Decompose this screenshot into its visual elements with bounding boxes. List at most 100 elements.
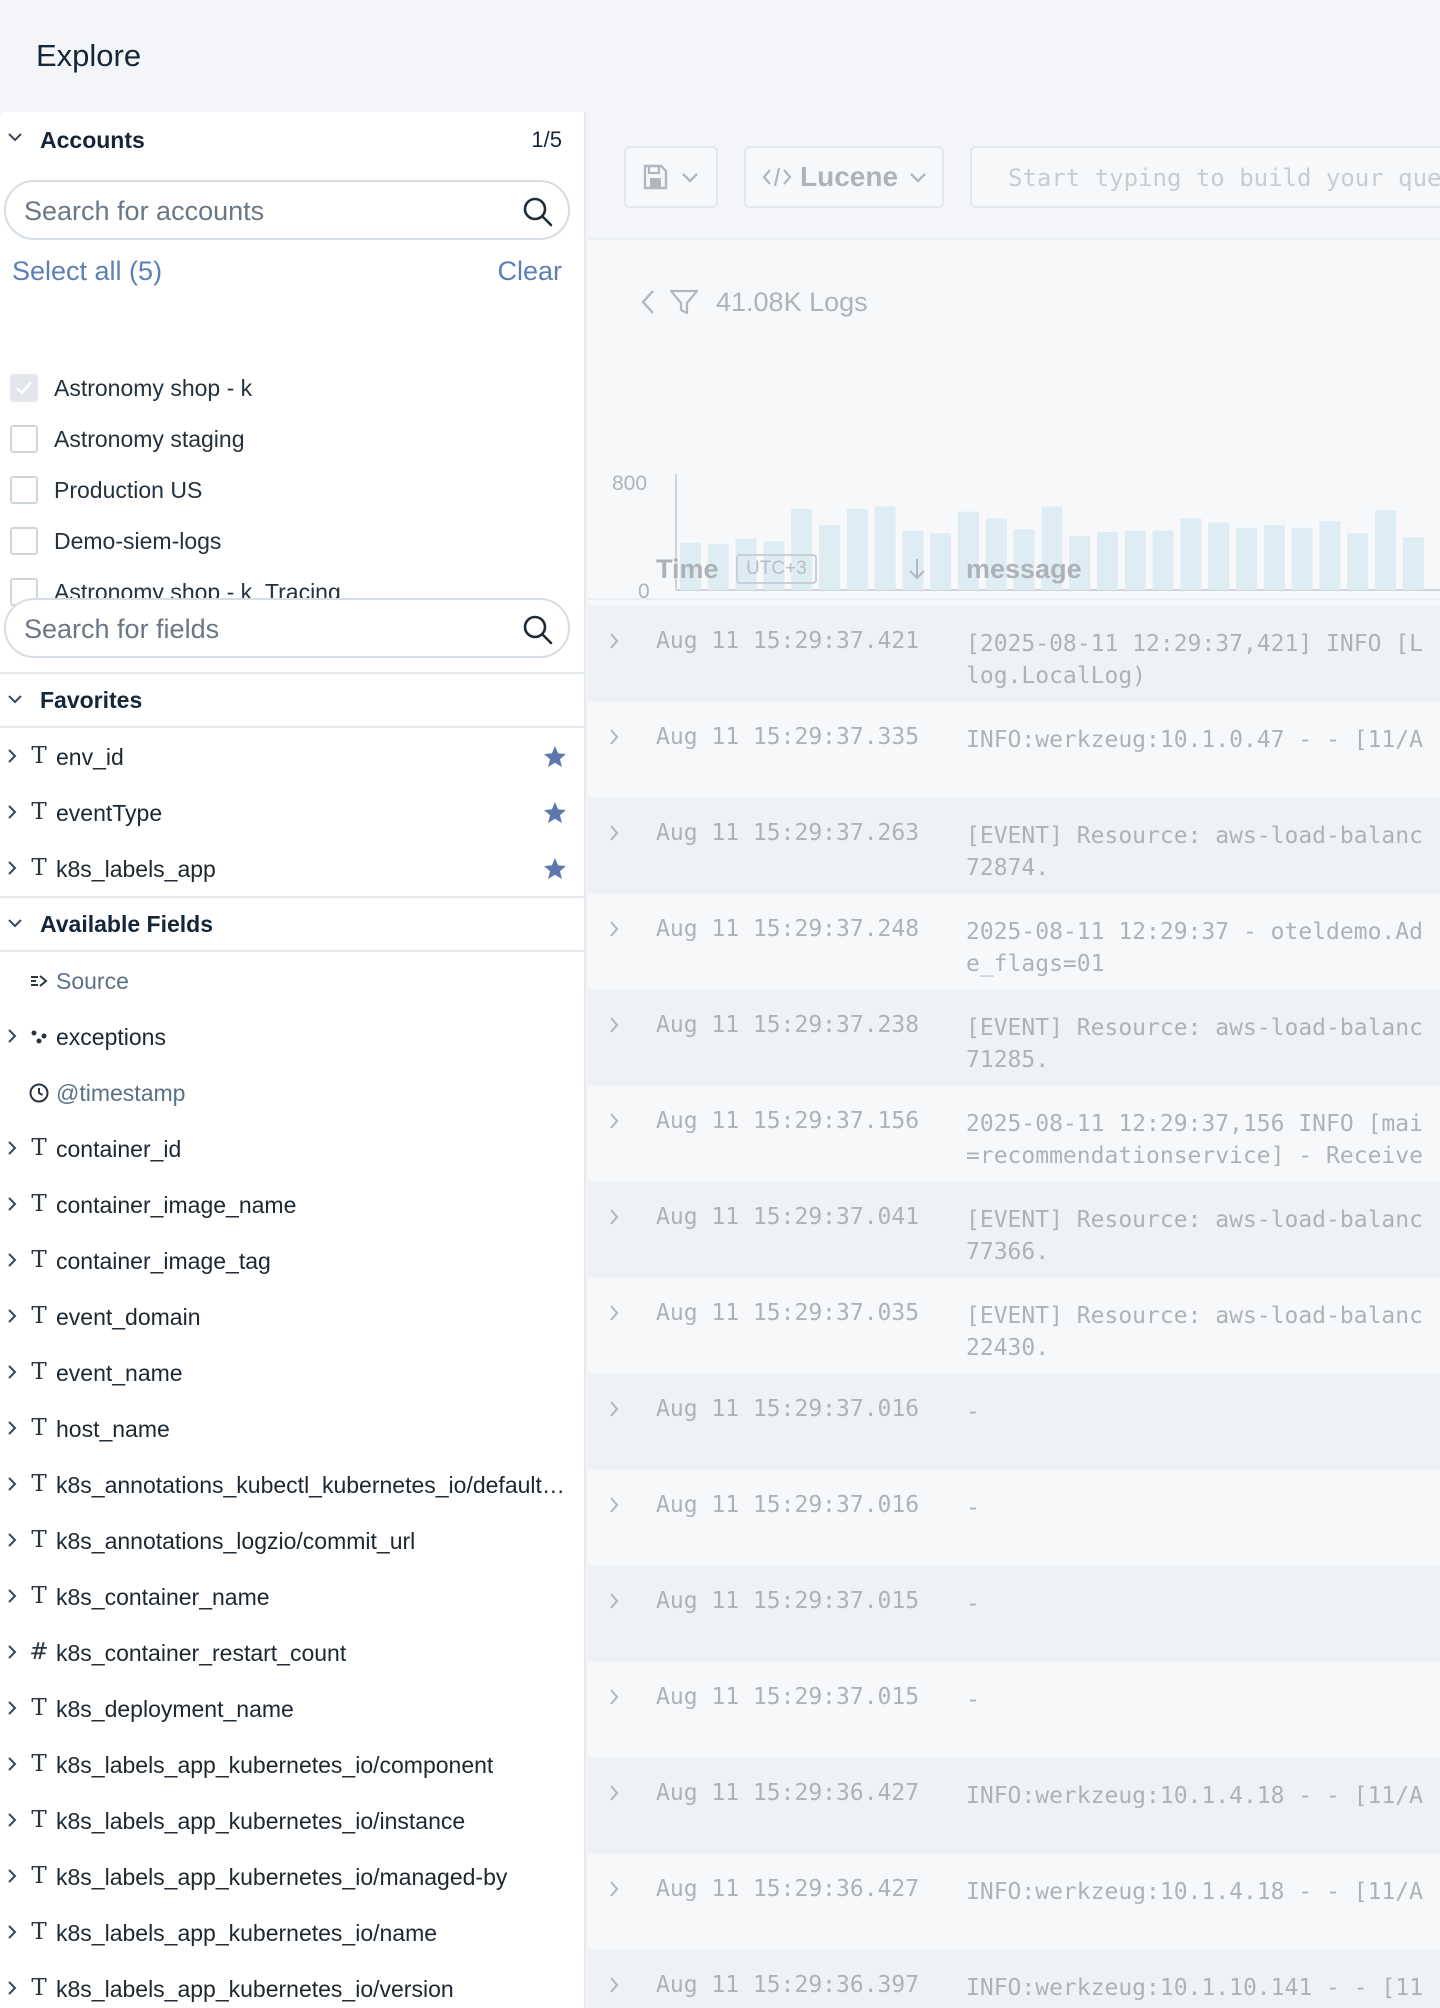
field-item[interactable]: Tcontainer_image_name <box>0 1176 584 1232</box>
chevron-right-icon[interactable] <box>608 1304 620 1322</box>
field-item[interactable]: exceptions <box>0 1008 584 1064</box>
message-column-header[interactable]: message <box>966 554 1082 585</box>
chevron-right-icon[interactable] <box>608 1784 620 1802</box>
chevron-right-icon[interactable] <box>6 1980 18 1996</box>
field-item[interactable]: @timestamp <box>0 1064 584 1120</box>
chevron-right-icon[interactable] <box>6 1420 18 1436</box>
log-row[interactable]: Aug 11 15:29:37.035 [EVENT] Resource: aws… <box>588 1278 1440 1374</box>
field-item[interactable]: Tk8s_labels_app_kubernetes_io/name <box>0 1904 584 1960</box>
log-row[interactable]: Aug 11 15:29:37.238 [EVENT] Resource: aws… <box>588 990 1440 1086</box>
account-checkbox[interactable] <box>10 476 38 504</box>
field-item[interactable]: Tk8s_annotations_kubectl_kubernetes_io/d… <box>0 1456 584 1512</box>
chevron-right-icon[interactable] <box>6 1700 18 1716</box>
chevron-right-icon[interactable] <box>608 824 620 842</box>
query-language-dropdown[interactable]: Lucene <box>744 146 944 208</box>
chevron-right-icon[interactable] <box>608 1880 620 1898</box>
chevron-right-icon[interactable] <box>6 1476 18 1492</box>
log-row[interactable]: Aug 11 15:29:37.335 INFO:werkzeug:10.1.0.… <box>588 702 1440 798</box>
chevron-left-icon[interactable] <box>638 288 658 316</box>
search-icon[interactable] <box>522 614 554 646</box>
field-item[interactable]: Tevent_domain <box>0 1288 584 1344</box>
save-query-button[interactable] <box>624 146 718 208</box>
chevron-right-icon[interactable] <box>6 748 18 764</box>
fields-search-input[interactable] <box>24 610 504 648</box>
chevron-right-icon[interactable] <box>6 1812 18 1828</box>
query-input[interactable] <box>1008 160 1440 196</box>
star-icon[interactable] <box>542 800 568 826</box>
account-option[interactable]: Astronomy shop - k <box>10 368 252 408</box>
time-column-header[interactable]: Time <box>656 554 719 585</box>
favorites-section-header[interactable]: Favorites <box>0 672 584 728</box>
chevron-right-icon[interactable] <box>608 1016 620 1034</box>
field-item[interactable]: # k8s_container_restart_count <box>0 1624 584 1680</box>
chevron-right-icon[interactable] <box>6 1140 18 1156</box>
account-checkbox[interactable] <box>10 425 38 453</box>
account-checkbox[interactable] <box>10 527 38 555</box>
log-row[interactable]: Aug 11 15:29:37.263 [EVENT] Resource: aws… <box>588 798 1440 894</box>
chevron-right-icon[interactable] <box>608 1688 620 1706</box>
account-option[interactable]: Demo-siem-logs <box>10 521 221 561</box>
field-item[interactable]: Tk8s_container_name <box>0 1568 584 1624</box>
star-icon[interactable] <box>542 856 568 882</box>
chevron-right-icon[interactable] <box>6 1252 18 1268</box>
log-row[interactable]: Aug 11 15:29:36.427 INFO:werkzeug:10.1.4.… <box>588 1854 1440 1950</box>
log-row[interactable]: Aug 11 15:29:37.016 - <box>588 1374 1440 1470</box>
log-row[interactable]: Aug 11 15:29:37.016 - <box>588 1470 1440 1566</box>
log-row[interactable]: Aug 11 15:29:37.421 [2025-08-11 12:29:37,… <box>588 606 1440 702</box>
chevron-right-icon[interactable] <box>6 1644 18 1660</box>
field-item[interactable]: Tk8s_labels_app_kubernetes_io/managed-by <box>0 1848 584 1904</box>
clear-link[interactable]: Clear <box>497 256 562 287</box>
field-item[interactable]: Tevent_name <box>0 1344 584 1400</box>
log-row[interactable]: Aug 11 15:29:37.156 2025-08-11 12:29:37,1… <box>588 1086 1440 1182</box>
chevron-right-icon[interactable] <box>608 1976 620 1994</box>
log-row[interactable]: Aug 11 15:29:36.397 INFO:werkzeug:10.1.10… <box>588 1950 1440 2008</box>
chevron-right-icon[interactable] <box>608 1112 620 1130</box>
chevron-right-icon[interactable] <box>6 860 18 876</box>
field-item[interactable]: Tk8s_annotations_logzio/commit_url <box>0 1512 584 1568</box>
chevron-right-icon[interactable] <box>608 1496 620 1514</box>
field-item[interactable]: Source <box>0 952 584 1008</box>
sort-descending-icon[interactable] <box>906 556 928 582</box>
chevron-right-icon[interactable] <box>608 1592 620 1610</box>
account-checkbox[interactable] <box>10 374 38 402</box>
chevron-right-icon[interactable] <box>608 632 620 650</box>
chevron-right-icon[interactable] <box>6 1588 18 1604</box>
chevron-right-icon[interactable] <box>6 1756 18 1772</box>
chevron-right-icon[interactable] <box>6 1868 18 1884</box>
chevron-right-icon[interactable] <box>608 1208 620 1226</box>
field-item[interactable]: Tk8s_labels_app_kubernetes_io/version <box>0 1960 584 2008</box>
chevron-right-icon[interactable] <box>6 1028 18 1044</box>
account-option[interactable]: Astronomy staging <box>10 419 244 459</box>
search-icon[interactable] <box>522 196 554 228</box>
field-item[interactable]: Tk8s_labels_app_kubernetes_io/instance <box>0 1792 584 1848</box>
chevron-right-icon[interactable] <box>608 1400 620 1418</box>
chevron-right-icon[interactable] <box>6 1532 18 1548</box>
select-all-link[interactable]: Select all (5) <box>12 256 162 287</box>
chevron-right-icon[interactable] <box>6 1364 18 1380</box>
log-row[interactable]: Aug 11 15:29:37.015 - <box>588 1662 1440 1758</box>
accounts-search-input[interactable] <box>24 192 504 230</box>
field-item[interactable]: Tk8s_labels_app_kubernetes_io/component <box>0 1736 584 1792</box>
chevron-right-icon[interactable] <box>6 1308 18 1324</box>
chevron-right-icon[interactable] <box>608 920 620 938</box>
field-item[interactable]: Tenv_id <box>0 728 584 784</box>
field-item[interactable]: TeventType <box>0 784 584 840</box>
chevron-right-icon[interactable] <box>6 1924 18 1940</box>
log-row[interactable]: Aug 11 15:29:36.427 INFO:werkzeug:10.1.4.… <box>588 1758 1440 1854</box>
field-item[interactable]: Tcontainer_id <box>0 1120 584 1176</box>
field-item[interactable]: Tk8s_deployment_name <box>0 1680 584 1736</box>
chevron-right-icon[interactable] <box>6 804 18 820</box>
field-item[interactable]: Thost_name <box>0 1400 584 1456</box>
log-row[interactable]: Aug 11 15:29:37.248 2025-08-11 12:29:37 -… <box>588 894 1440 990</box>
account-option[interactable]: Production US <box>10 470 202 510</box>
field-item[interactable]: Tcontainer_image_tag <box>0 1232 584 1288</box>
log-row[interactable]: Aug 11 15:29:37.041 [EVENT] Resource: aws… <box>588 1182 1440 1278</box>
star-icon[interactable] <box>542 744 568 770</box>
accounts-section-header[interactable]: Accounts 1/5 <box>0 112 584 168</box>
chevron-right-icon[interactable] <box>6 1196 18 1212</box>
filter-icon[interactable] <box>668 286 700 318</box>
log-row[interactable]: Aug 11 15:29:37.015 - <box>588 1566 1440 1662</box>
chevron-right-icon[interactable] <box>608 728 620 746</box>
available-fields-section-header[interactable]: Available Fields <box>0 896 584 952</box>
field-item[interactable]: Tk8s_labels_app <box>0 840 584 896</box>
